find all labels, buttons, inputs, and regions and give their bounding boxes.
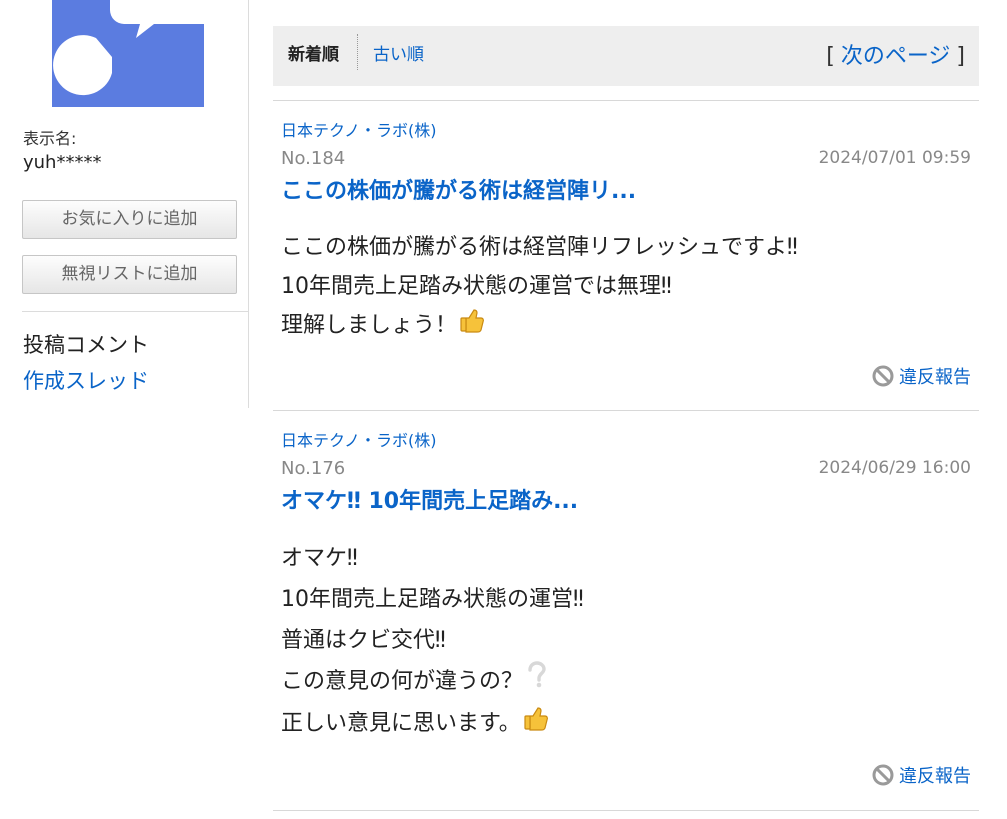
post-line: 普通はクビ交代‼ <box>281 628 446 653</box>
pagination: [次のページ] <box>826 38 965 70</box>
post-item: 日本テクノ・ラボ(株) No.176 2024/06/29 16:00 オマケ‼… <box>273 410 979 811</box>
post-line: ここの株価が騰がる術は経営陣リフレッシュですよ‼ <box>281 235 798 260</box>
speech-bubble-pacman-icon <box>53 0 204 96</box>
sort-separator <box>357 34 358 70</box>
post-line-with-emoji: 理解しましょう！ <box>281 306 961 346</box>
post-line-with-emoji: 正しい意見に思います。 <box>281 703 961 745</box>
post-company-link[interactable]: 日本テクノ・ラボ(株) <box>281 427 437 451</box>
sort-newest-tab: 新着順 <box>288 45 339 65</box>
bracket-open: [ <box>826 44 835 69</box>
post-title-link[interactable]: オマケ‼ 10年間売上足踏み... <box>281 483 578 515</box>
post-number: No.184 <box>281 148 346 169</box>
add-ignore-list-button[interactable]: 無視リストに追加 <box>22 255 237 294</box>
post-line-with-emoji: この意見の何が違うの？ <box>281 661 961 703</box>
post-line-text: 理解しましょう！ <box>281 313 458 338</box>
profile-sidebar: 表示名: yuh***** お気に入りに追加 無視リストに追加 投稿コメント 作… <box>0 0 249 408</box>
post-divider <box>273 810 979 811</box>
display-name-label: 表示名: <box>23 129 77 148</box>
prohibited-icon <box>872 365 894 392</box>
post-title-link[interactable]: ここの株価が騰がる術は経営陣リ... <box>281 173 636 205</box>
next-page-link[interactable]: 次のページ <box>841 44 951 69</box>
sidebar-divider <box>22 311 248 312</box>
post-number: No.176 <box>281 458 346 479</box>
report-violation-link[interactable]: 違反報告 <box>872 363 971 392</box>
bracket-close: ] <box>956 44 965 69</box>
white-question-icon <box>525 661 547 703</box>
post-line: 10年間売上足踏み状態の運営では無理‼ <box>281 274 672 299</box>
post-company-link[interactable]: 日本テクノ・ラボ(株) <box>281 117 437 141</box>
post-body: ここの株価が騰がる術は経営陣リフレッシュですよ‼ 10年間売上足踏み状態の運営で… <box>281 228 961 346</box>
post-line-text: この意見の何が違うの？ <box>281 669 524 694</box>
sort-oldest-tab[interactable]: 古い順 <box>373 40 424 65</box>
thumbs-up-icon <box>459 307 485 346</box>
display-name-value: yuh***** <box>23 152 102 173</box>
thumbs-up-icon <box>523 704 549 745</box>
post-date: 2024/07/01 09:59 <box>818 148 971 168</box>
post-line: 10年間売上足踏み状態の運営‼ <box>281 587 584 612</box>
report-label: 違反報告 <box>899 367 971 388</box>
sidebar-nav-posted-comments: 投稿コメント <box>23 333 149 357</box>
post-line-text: 正しい意見に思います。 <box>281 711 521 736</box>
sort-bar: 新着順 古い順 [次のページ] <box>273 26 979 86</box>
avatar <box>52 0 204 107</box>
sidebar-nav-created-threads[interactable]: 作成スレッド <box>23 365 149 395</box>
add-favorite-button[interactable]: お気に入りに追加 <box>22 200 237 239</box>
prohibited-icon <box>872 764 894 791</box>
post-body: オマケ‼ 10年間売上足踏み状態の運営‼ 普通はクビ交代‼ この意見の何が違うの… <box>281 538 961 745</box>
report-violation-link[interactable]: 違反報告 <box>872 762 971 791</box>
post-date: 2024/06/29 16:00 <box>818 458 971 478</box>
post-line: オマケ‼ <box>281 546 358 571</box>
report-label: 違反報告 <box>899 766 971 787</box>
post-item: 日本テクノ・ラボ(株) No.184 2024/07/01 09:59 ここの株… <box>273 100 979 411</box>
